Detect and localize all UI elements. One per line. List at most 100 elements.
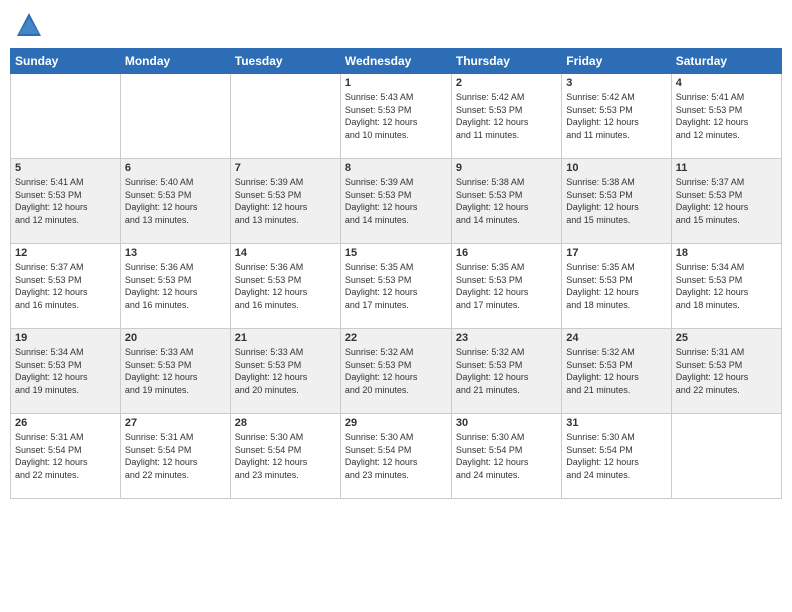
- day-info: Sunrise: 5:39 AM Sunset: 5:53 PM Dayligh…: [235, 176, 336, 226]
- day-info: Sunrise: 5:40 AM Sunset: 5:53 PM Dayligh…: [125, 176, 226, 226]
- calendar-day-cell: 21 Sunrise: 5:33 AM Sunset: 5:53 PM Dayli…: [230, 329, 340, 414]
- day-info: Sunrise: 5:30 AM Sunset: 5:54 PM Dayligh…: [235, 431, 336, 481]
- calendar-day-cell: 20 Sunrise: 5:33 AM Sunset: 5:53 PM Dayli…: [120, 329, 230, 414]
- day-number: 2: [456, 77, 557, 89]
- page-header: [10, 10, 782, 40]
- day-number: 23: [456, 332, 557, 344]
- calendar-week-row: 12Sunrise: 5:37 AM Sunset: 5:53 PM Dayli…: [11, 244, 782, 329]
- calendar-day-cell: 3 Sunrise: 5:42 AM Sunset: 5:53 PM Daylig…: [562, 74, 671, 159]
- day-number: 27: [125, 417, 226, 429]
- day-number: 31: [566, 417, 666, 429]
- day-number: 4: [676, 77, 777, 89]
- day-info: Sunrise: 5:35 AM Sunset: 5:53 PM Dayligh…: [456, 261, 557, 311]
- day-info: Sunrise: 5:41 AM Sunset: 5:53 PM Dayligh…: [15, 176, 116, 226]
- calendar-day-cell: 8Sunrise: 5:39 AM Sunset: 5:53 PM Daylig…: [340, 159, 451, 244]
- calendar-day-cell: [11, 74, 121, 159]
- calendar-day-cell: 18 Sunrise: 5:34 AM Sunset: 5:53 PM Dayli…: [671, 244, 781, 329]
- calendar-week-row: 19 Sunrise: 5:34 AM Sunset: 5:53 PM Dayli…: [11, 329, 782, 414]
- day-number: 13: [125, 247, 226, 259]
- day-number: 29: [345, 417, 447, 429]
- calendar-day-cell: 17 Sunrise: 5:35 AM Sunset: 5:53 PM Dayli…: [562, 244, 671, 329]
- day-number: 10: [566, 162, 666, 174]
- day-number: 9: [456, 162, 557, 174]
- calendar-day-cell: 4 Sunrise: 5:41 AM Sunset: 5:53 PM Daylig…: [671, 74, 781, 159]
- day-number: 20: [125, 332, 226, 344]
- calendar-day-cell: 10Sunrise: 5:38 AM Sunset: 5:53 PM Dayli…: [562, 159, 671, 244]
- calendar-day-cell: 22Sunrise: 5:32 AM Sunset: 5:53 PM Dayli…: [340, 329, 451, 414]
- calendar-day-cell: 31 Sunrise: 5:30 AM Sunset: 5:54 PM Dayli…: [562, 414, 671, 499]
- day-info: Sunrise: 5:30 AM Sunset: 5:54 PM Dayligh…: [345, 431, 447, 481]
- calendar-day-cell: 19 Sunrise: 5:34 AM Sunset: 5:53 PM Dayli…: [11, 329, 121, 414]
- day-number: 15: [345, 247, 447, 259]
- day-number: 26: [15, 417, 116, 429]
- day-info: Sunrise: 5:34 AM Sunset: 5:53 PM Dayligh…: [15, 346, 116, 396]
- day-number: 19: [15, 332, 116, 344]
- day-number: 24: [566, 332, 666, 344]
- calendar-day-cell: 26Sunrise: 5:31 AM Sunset: 5:54 PM Dayli…: [11, 414, 121, 499]
- day-info: Sunrise: 5:37 AM Sunset: 5:53 PM Dayligh…: [676, 176, 777, 226]
- day-of-week-header: Monday: [120, 49, 230, 74]
- day-info: Sunrise: 5:36 AM Sunset: 5:53 PM Dayligh…: [235, 261, 336, 311]
- day-info: Sunrise: 5:35 AM Sunset: 5:53 PM Dayligh…: [566, 261, 666, 311]
- day-info: Sunrise: 5:31 AM Sunset: 5:53 PM Dayligh…: [676, 346, 777, 396]
- day-number: 8: [345, 162, 447, 174]
- day-number: 30: [456, 417, 557, 429]
- day-info: Sunrise: 5:30 AM Sunset: 5:54 PM Dayligh…: [456, 431, 557, 481]
- day-number: 21: [235, 332, 336, 344]
- calendar-day-cell: 24 Sunrise: 5:32 AM Sunset: 5:53 PM Dayli…: [562, 329, 671, 414]
- day-of-week-header: Saturday: [671, 49, 781, 74]
- day-info: Sunrise: 5:35 AM Sunset: 5:53 PM Dayligh…: [345, 261, 447, 311]
- day-number: 17: [566, 247, 666, 259]
- calendar-table: SundayMondayTuesdayWednesdayThursdayFrid…: [10, 48, 782, 499]
- day-number: 14: [235, 247, 336, 259]
- calendar-day-cell: 15 Sunrise: 5:35 AM Sunset: 5:53 PM Dayli…: [340, 244, 451, 329]
- day-info: Sunrise: 5:41 AM Sunset: 5:53 PM Dayligh…: [676, 91, 777, 141]
- day-info: Sunrise: 5:34 AM Sunset: 5:53 PM Dayligh…: [676, 261, 777, 311]
- day-of-week-header: Wednesday: [340, 49, 451, 74]
- calendar-day-cell: 16 Sunrise: 5:35 AM Sunset: 5:53 PM Dayli…: [451, 244, 561, 329]
- day-number: 3: [566, 77, 666, 89]
- day-info: Sunrise: 5:36 AM Sunset: 5:53 PM Dayligh…: [125, 261, 226, 311]
- day-number: 11: [676, 162, 777, 174]
- day-info: Sunrise: 5:33 AM Sunset: 5:53 PM Dayligh…: [125, 346, 226, 396]
- calendar-week-row: 1 Sunrise: 5:43 AM Sunset: 5:53 PM Daylig…: [11, 74, 782, 159]
- calendar-day-cell: [230, 74, 340, 159]
- day-info: Sunrise: 5:43 AM Sunset: 5:53 PM Dayligh…: [345, 91, 447, 141]
- day-info: Sunrise: 5:42 AM Sunset: 5:53 PM Dayligh…: [456, 91, 557, 141]
- calendar-day-cell: 12Sunrise: 5:37 AM Sunset: 5:53 PM Dayli…: [11, 244, 121, 329]
- calendar-day-cell: 11 Sunrise: 5:37 AM Sunset: 5:53 PM Dayli…: [671, 159, 781, 244]
- day-number: 18: [676, 247, 777, 259]
- calendar-day-cell: 13 Sunrise: 5:36 AM Sunset: 5:53 PM Dayli…: [120, 244, 230, 329]
- day-number: 5: [15, 162, 116, 174]
- calendar-day-cell: 27 Sunrise: 5:31 AM Sunset: 5:54 PM Dayli…: [120, 414, 230, 499]
- day-number: 28: [235, 417, 336, 429]
- day-number: 25: [676, 332, 777, 344]
- day-info: Sunrise: 5:42 AM Sunset: 5:53 PM Dayligh…: [566, 91, 666, 141]
- day-number: 22: [345, 332, 447, 344]
- calendar-day-cell: 6 Sunrise: 5:40 AM Sunset: 5:53 PM Daylig…: [120, 159, 230, 244]
- day-of-week-header: Friday: [562, 49, 671, 74]
- day-info: Sunrise: 5:38 AM Sunset: 5:53 PM Dayligh…: [456, 176, 557, 226]
- calendar-day-cell: 28 Sunrise: 5:30 AM Sunset: 5:54 PM Dayli…: [230, 414, 340, 499]
- logo-icon: [14, 10, 44, 40]
- day-info: Sunrise: 5:33 AM Sunset: 5:53 PM Dayligh…: [235, 346, 336, 396]
- calendar-day-cell: 29 Sunrise: 5:30 AM Sunset: 5:54 PM Dayli…: [340, 414, 451, 499]
- calendar-day-cell: 1 Sunrise: 5:43 AM Sunset: 5:53 PM Daylig…: [340, 74, 451, 159]
- day-number: 6: [125, 162, 226, 174]
- calendar-header-row: SundayMondayTuesdayWednesdayThursdayFrid…: [11, 49, 782, 74]
- day-info: Sunrise: 5:32 AM Sunset: 5:53 PM Dayligh…: [566, 346, 666, 396]
- day-of-week-header: Sunday: [11, 49, 121, 74]
- calendar-day-cell: 5 Sunrise: 5:41 AM Sunset: 5:53 PM Daylig…: [11, 159, 121, 244]
- day-info: Sunrise: 5:30 AM Sunset: 5:54 PM Dayligh…: [566, 431, 666, 481]
- calendar-week-row: 5 Sunrise: 5:41 AM Sunset: 5:53 PM Daylig…: [11, 159, 782, 244]
- logo: [14, 10, 48, 40]
- day-number: 1: [345, 77, 447, 89]
- day-info: Sunrise: 5:31 AM Sunset: 5:54 PM Dayligh…: [125, 431, 226, 481]
- day-number: 16: [456, 247, 557, 259]
- day-number: 7: [235, 162, 336, 174]
- calendar-day-cell: [120, 74, 230, 159]
- calendar-day-cell: 30 Sunrise: 5:30 AM Sunset: 5:54 PM Dayli…: [451, 414, 561, 499]
- calendar-week-row: 26 Sunrise: 5:31 AM Sunset: 5:54 PM Dayli…: [11, 414, 782, 499]
- day-of-week-header: Thursday: [451, 49, 561, 74]
- day-info: Sunrise: 5:37 AM Sunset: 5:53 PM Dayligh…: [15, 261, 116, 311]
